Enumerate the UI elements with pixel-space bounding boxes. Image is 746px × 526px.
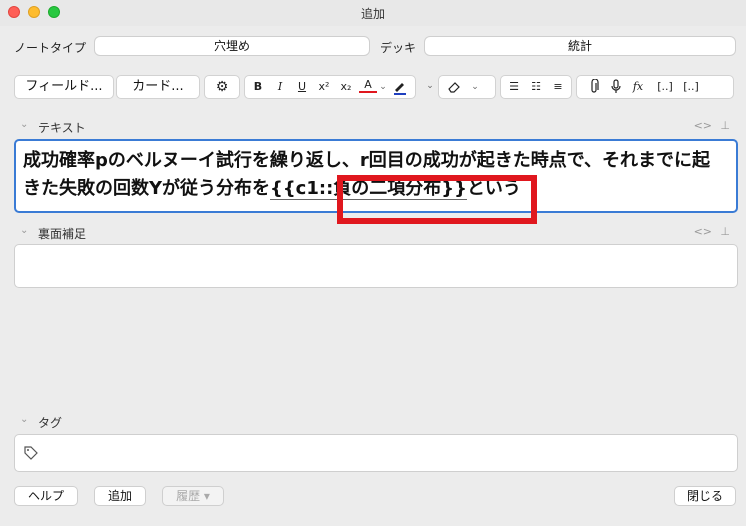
bold-button[interactable]: B [249, 77, 267, 97]
bullet-list-icon[interactable]: ☰ [505, 77, 523, 97]
note-type-selector[interactable]: 穴埋め [94, 36, 370, 56]
editor-toolbar: フィールド... カード... ⚙ B I U x² x₂ A ⌄ ⌄ ⌄ ☰ … [14, 75, 734, 101]
chevron-down-icon[interactable]: ⌄ [20, 225, 28, 236]
gear-icon[interactable]: ⚙ [213, 77, 231, 97]
tags-header[interactable]: ⌄ タグ [14, 414, 734, 430]
format-group: B I U x² x₂ A ⌄ [244, 75, 416, 99]
field-header-text[interactable]: ⌄ テキスト <> ⊥ [14, 119, 734, 135]
align-icon[interactable]: ≡ [549, 77, 567, 97]
formula-icon[interactable]: fx [629, 77, 647, 97]
history-button[interactable]: 履歴 ▾ [162, 486, 224, 506]
cloze-icon[interactable]: [..] [653, 77, 677, 97]
field-label-text: テキスト [38, 121, 86, 135]
back-extra-field-editor[interactable] [14, 244, 738, 288]
chevron-down-icon[interactable]: ⌄ [20, 414, 28, 425]
chevron-down-icon[interactable]: ⌄ [469, 77, 481, 97]
highlight-box [337, 175, 537, 224]
add-note-window: 追加 ノートタイプ 穴埋め デッキ 統計 フィールド... カード... ⚙ B… [0, 0, 746, 526]
eraser-group: ⌄ [438, 75, 496, 99]
cards-button[interactable]: カード... [116, 75, 200, 99]
paperclip-icon[interactable] [585, 77, 603, 97]
pin-icon[interactable]: ⊥ [720, 119, 730, 132]
italic-button[interactable]: I [271, 77, 289, 97]
chevron-down-icon[interactable]: ⌄ [20, 119, 28, 130]
note-type-deck-row: ノートタイプ 穴埋め デッキ 統計 [0, 36, 746, 58]
numbered-list-icon[interactable]: ☷ [527, 77, 545, 97]
help-button[interactable]: ヘルプ [14, 486, 78, 506]
subscript-button[interactable]: x₂ [337, 77, 355, 97]
title-bar: 追加 [0, 0, 746, 26]
options-group: ⚙ [204, 75, 240, 99]
cloze-same-icon[interactable]: [..] [679, 77, 703, 97]
media-group: fx [..] [..] [576, 75, 734, 99]
deck-selector[interactable]: 統計 [424, 36, 736, 56]
fields-button[interactable]: フィールド... [14, 75, 114, 99]
chevron-down-icon[interactable]: ⌄ [377, 77, 389, 97]
underline-button[interactable]: U [293, 77, 311, 97]
window-title: 追加 [360, 7, 385, 21]
add-button[interactable]: 追加 [94, 486, 146, 506]
microphone-icon[interactable] [607, 77, 625, 97]
superscript-button[interactable]: x² [315, 77, 333, 97]
tags-label: タグ [38, 416, 63, 430]
note-type-label: ノートタイプ [14, 41, 87, 55]
tag-editor[interactable] [14, 434, 738, 472]
html-editor-icon[interactable]: <> [694, 225, 712, 238]
list-group: ☰ ☷ ≡ [500, 75, 572, 99]
field-label-back-extra: 裏面補足 [38, 227, 87, 241]
pin-icon[interactable]: ⊥ [720, 225, 730, 238]
eraser-icon[interactable] [445, 77, 463, 97]
highlighter-icon[interactable] [391, 77, 409, 97]
tag-icon [23, 445, 39, 464]
deck-label: デッキ [380, 41, 417, 55]
close-button[interactable]: 閉じる [674, 486, 736, 506]
chevron-down-icon[interactable]: ⌄ [424, 76, 436, 96]
field-header-back-extra[interactable]: ⌄ 裏面補足 <> ⊥ [14, 225, 734, 241]
html-editor-icon[interactable]: <> [694, 119, 712, 132]
text-color-button[interactable]: A [359, 77, 377, 93]
